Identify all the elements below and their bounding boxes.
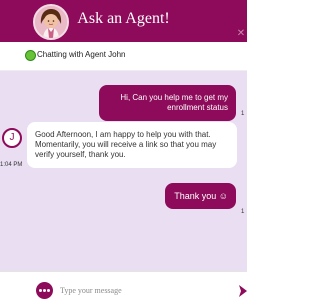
message-timestamp: 1 (241, 111, 245, 117)
more-options-button[interactable] (36, 282, 53, 299)
user-message: Hi, Can you help me to get my enrollment… (99, 85, 236, 121)
send-icon (239, 285, 247, 297)
chat-status-bar: Chatting with Agent John (0, 42, 247, 71)
dots-icon (47, 289, 50, 292)
dots-icon (43, 289, 46, 292)
send-button[interactable] (239, 283, 247, 299)
message-composer (0, 271, 247, 306)
chat-header: Ask an Agent! ✕ (0, 0, 247, 42)
dots-icon (39, 289, 42, 292)
agent-message: Good Afternoon, I am happy to help you w… (27, 122, 237, 168)
agent-initial-avatar: J (2, 128, 22, 148)
message-timestamp: 1 (241, 209, 245, 215)
close-icon[interactable]: ✕ (236, 29, 246, 39)
chat-title: Ask an Agent! (77, 10, 170, 27)
user-message: Thank you ☺ (165, 183, 236, 209)
message-input[interactable] (60, 282, 230, 298)
chat-window: Ask an Agent! ✕ Chatting with Agent John… (0, 0, 247, 306)
chat-status-text: Chatting with Agent John (37, 50, 126, 59)
message-timestamp: 1:04 PM (0, 162, 23, 168)
message-list: Hi, Can you help me to get my enrollment… (0, 71, 247, 271)
online-status-icon (25, 50, 36, 61)
